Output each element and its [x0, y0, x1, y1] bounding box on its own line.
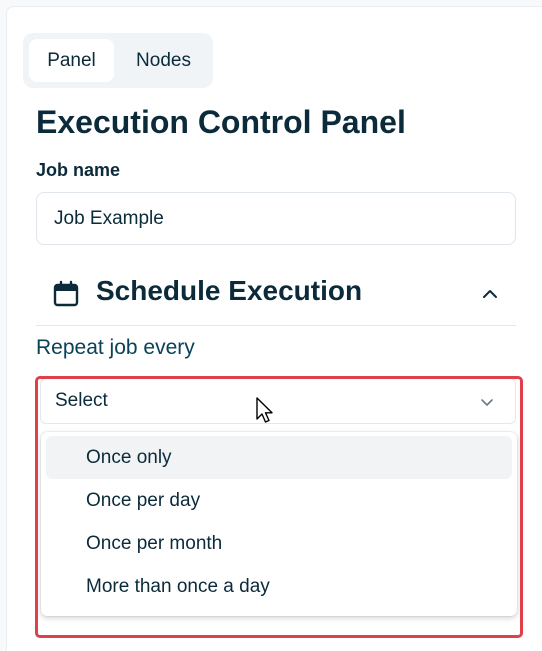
tab-bar: Panel Nodes — [23, 33, 213, 88]
page-title: Execution Control Panel — [36, 104, 406, 140]
option-once-only[interactable]: Once only — [46, 436, 512, 479]
schedule-execution-header[interactable]: Schedule Execution — [36, 262, 516, 326]
calendar-icon — [53, 280, 79, 307]
page: Panel Nodes Execution Control Panel Job … — [0, 0, 542, 651]
tab-nodes[interactable]: Nodes — [120, 39, 207, 82]
repeat-dropdown-menu: Once only Once per day Once per month Mo… — [41, 432, 517, 616]
chevron-up-icon[interactable] — [478, 282, 502, 306]
repeat-select-value: Select — [55, 390, 108, 411]
mouse-cursor-icon — [256, 397, 273, 423]
option-once-per-day[interactable]: Once per day — [46, 479, 512, 522]
job-name-input[interactable] — [36, 192, 516, 245]
repeat-job-label: Repeat job every — [36, 336, 195, 359]
tab-panel[interactable]: Panel — [29, 39, 114, 82]
job-name-label: Job name — [36, 160, 121, 180]
repeat-select[interactable]: Select — [40, 378, 516, 424]
option-more-than-once-a-day[interactable]: More than once a day — [46, 565, 512, 608]
option-once-per-month[interactable]: Once per month — [46, 522, 512, 565]
chevron-down-icon — [481, 399, 493, 406]
schedule-execution-title: Schedule Execution — [96, 275, 363, 306]
